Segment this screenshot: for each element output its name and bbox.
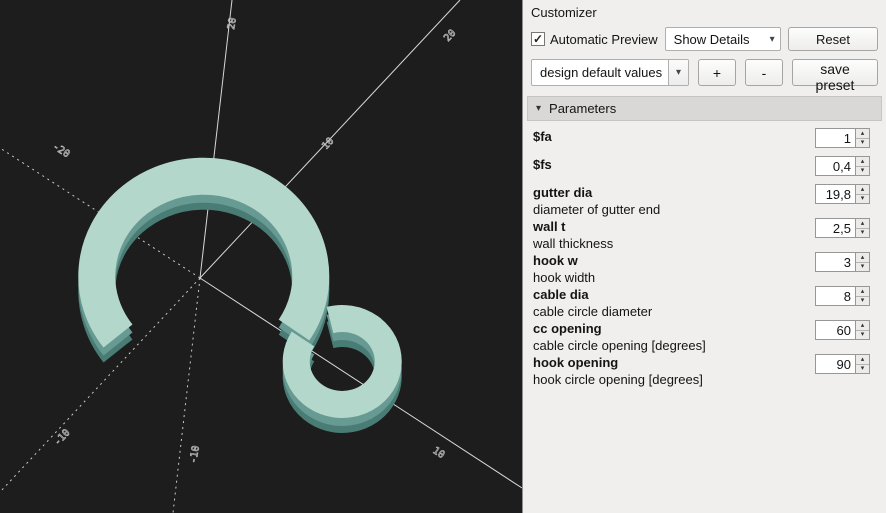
spinbox-down-icon[interactable]: ▾ [856,295,869,305]
parameter-spinbox[interactable]: 60 ▴ ▾ [815,320,870,340]
parameter-name: hook opening [533,355,619,370]
parameter-row-hook-w: hook w hook width 3 ▴ ▾ [533,252,870,286]
spinbox-up-icon[interactable]: ▴ [856,253,869,262]
model-gutter-hook [78,157,402,433]
parameter-spinbox[interactable]: 3 ▴ ▾ [815,252,870,272]
spinbox-up-icon[interactable]: ▴ [856,157,869,166]
spinbox-value[interactable]: 2,5 [815,218,856,238]
spinbox-value[interactable]: 0,4 [815,156,856,176]
parameters-section-header[interactable]: ▾ Parameters [527,96,882,121]
spinbox-up-icon[interactable]: ▴ [856,321,869,330]
parameter-row-fa: $fa 1 ▴ ▾ [533,128,870,148]
parameter-row-wall-t: wall t wall thickness 2,5 ▴ ▾ [533,218,870,252]
spinbox-down-icon[interactable]: ▾ [856,329,869,339]
axis-tick-label: 10 [320,136,336,152]
spinbox-value[interactable]: 60 [815,320,856,340]
parameter-spinbox[interactable]: 1 ▴ ▾ [815,128,870,148]
spinbox-up-icon[interactable]: ▴ [856,287,869,296]
parameter-spinbox[interactable]: 2,5 ▴ ▾ [815,218,870,238]
spinbox-down-icon[interactable]: ▾ [856,137,869,147]
3d-viewport[interactable]: 20 20 10 -10 -20 -10 -10 10 [0,0,522,513]
parameter-name: hook w [533,253,578,268]
customizer-toolbar-row2: design default values ▾ + - save preset [523,54,886,93]
remove-preset-button[interactable]: - [745,59,783,86]
add-preset-button[interactable]: + [698,59,736,86]
chevron-down-icon[interactable]: ▾ [668,60,688,85]
axis-tick-label: -10 [52,427,72,448]
parameter-name: $fs [533,157,552,172]
parameter-description: hook width [533,270,596,285]
customizer-toolbar-row1: ✓ Automatic Preview Show Details ▾ Reset [523,22,886,54]
show-details-dropdown[interactable]: Show Details ▾ [664,27,781,51]
spinbox-up-icon[interactable]: ▴ [856,355,869,364]
spinbox-up-icon[interactable]: ▴ [856,129,869,138]
parameter-row-cc-opening: cc opening cable circle opening [degrees… [533,320,870,354]
parameters-header-label: Parameters [549,101,617,116]
parameter-row-cable-dia: cable dia cable circle diameter 8 ▴ ▾ [533,286,870,320]
spinbox-value[interactable]: 90 [815,354,856,374]
axis-z-negative [172,277,201,513]
parameter-description: cable circle opening [degrees] [533,338,706,353]
parameter-spinbox[interactable]: 8 ▴ ▾ [815,286,870,306]
parameter-spinbox[interactable]: 0,4 ▴ ▾ [815,156,870,176]
parameter-description: hook circle opening [degrees] [533,372,703,387]
parameter-row-gutter-dia: gutter dia diameter of gutter end 19,8 ▴… [533,184,870,218]
spinbox-value[interactable]: 3 [815,252,856,272]
parameter-name: cable dia [533,287,589,302]
triangle-down-icon: ▾ [536,103,542,114]
parameter-row-fs: $fs 0,4 ▴ ▾ [533,156,870,176]
axis-tick-label: -10 [188,445,202,465]
spinbox-down-icon[interactable]: ▾ [856,363,869,373]
viewport-canvas: 20 20 10 -10 -20 -10 -10 10 [0,0,522,513]
spinbox-value[interactable]: 8 [815,286,856,306]
chevron-down-icon: ▾ [769,33,775,45]
axis-z-positive [199,0,233,279]
automatic-preview-checkbox[interactable]: ✓ Automatic Preview [531,32,658,47]
axes [0,0,522,513]
save-preset-button[interactable]: save preset [792,59,878,93]
parameter-name: gutter dia [533,185,593,200]
parameter-spinbox[interactable]: 90 ▴ ▾ [815,354,870,374]
axis-tick-label: 20 [226,17,239,31]
parameters-list: $fa 1 ▴ ▾ $fs 0,4 ▴ ▾ gutter dia diamete… [523,121,886,513]
spinbox-down-icon[interactable]: ▾ [856,227,869,237]
spinbox-down-icon[interactable]: ▾ [856,165,869,175]
openscad-window: 20 20 10 -10 -20 -10 -10 10 Customizer ✓… [0,0,886,513]
parameter-name: $fa [533,129,552,144]
spinbox-value[interactable]: 1 [815,128,856,148]
automatic-preview-label: Automatic Preview [550,31,658,47]
preset-dropdown[interactable]: design default values ▾ [531,59,689,86]
spinbox-value[interactable]: 19,8 [815,184,856,204]
parameter-name: wall t [533,219,566,234]
show-details-value: Show Details [673,31,750,47]
spinbox-up-icon[interactable]: ▴ [856,219,869,228]
parameter-description: wall thickness [533,236,614,251]
spinbox-down-icon[interactable]: ▾ [856,193,869,203]
axis-tick-label: 20 [442,28,458,44]
checkbox-checked-icon[interactable]: ✓ [531,32,545,46]
parameter-description: diameter of gutter end [533,202,661,217]
axis-tick-label: 10 [430,445,446,461]
axis-tick-label: -20 [50,141,71,160]
parameter-spinbox[interactable]: 19,8 ▴ ▾ [815,184,870,204]
customizer-panel: Customizer ✓ Automatic Preview Show Deta… [522,0,886,513]
preset-dropdown-value: design default values [540,65,663,80]
spinbox-up-icon[interactable]: ▴ [856,185,869,194]
panel-title: Customizer [531,5,597,20]
parameter-row-hook-opening: hook opening hook circle opening [degree… [533,354,870,388]
spinbox-down-icon[interactable]: ▾ [856,261,869,271]
parameter-description: cable circle diameter [533,304,653,319]
reset-button[interactable]: Reset [788,27,878,51]
parameter-name: cc opening [533,321,602,336]
